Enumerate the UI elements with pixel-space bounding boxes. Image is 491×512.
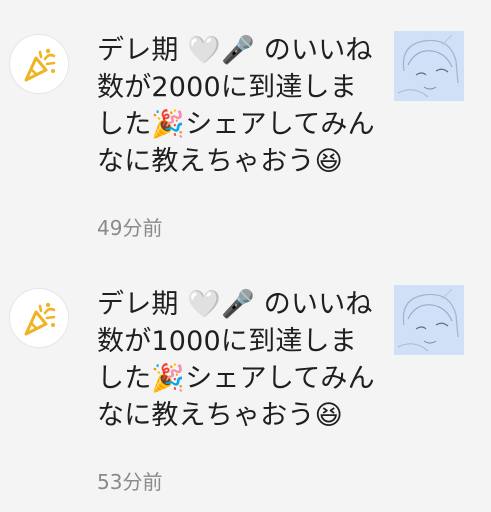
- notification-timestamp: 49分前: [97, 216, 163, 240]
- artwork-thumbnail[interactable]: [394, 31, 464, 101]
- notification-timestamp: 53分前: [97, 470, 163, 494]
- notification-item[interactable]: デレ期 🤍🎤 のいいね数が2000に到達しました🎉シェアしてみんなに教えちゃおう…: [0, 0, 491, 250]
- notification-message: デレ期 🤍🎤 のいいね数が1000に到達しました🎉シェアしてみんなに教えちゃおう…: [97, 289, 375, 431]
- notification-icon-badge: [9, 34, 69, 94]
- notification-list: デレ期 🤍🎤 のいいね数が2000に到達しました🎉シェアしてみんなに教えちゃおう…: [0, 0, 491, 512]
- notification-item[interactable]: デレ期 🤍🎤 のいいね数が1000に到達しました🎉シェアしてみんなに教えちゃおう…: [0, 254, 491, 504]
- notification-message: デレ期 🤍🎤 のいいね数が2000に到達しました🎉シェアしてみんなに教えちゃおう…: [97, 35, 375, 177]
- party-popper-icon: [24, 302, 56, 336]
- notification-icon-badge: [9, 288, 69, 348]
- party-popper-icon: [24, 48, 56, 82]
- artwork-thumbnail[interactable]: [394, 285, 464, 355]
